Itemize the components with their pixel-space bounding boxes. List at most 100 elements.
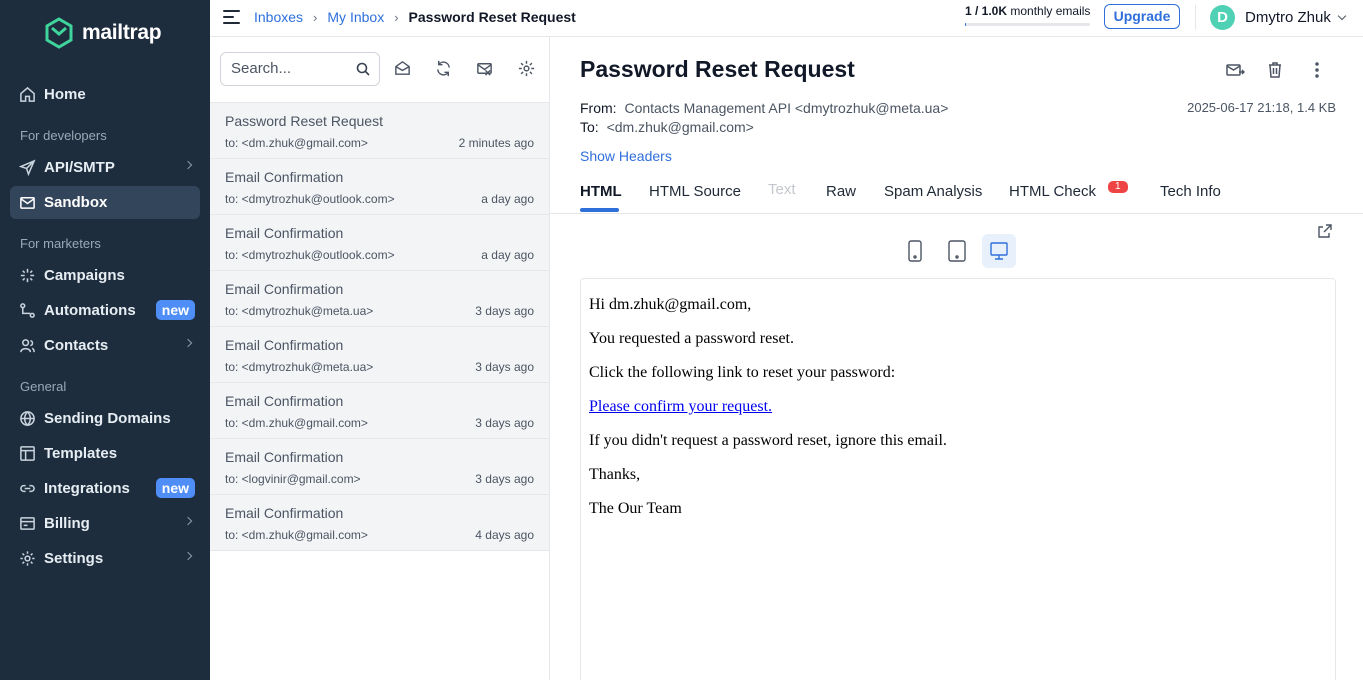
search-input[interactable] (231, 53, 356, 83)
chevron-right-icon (183, 338, 193, 348)
list-item[interactable]: Email Confirmation to: <dmytrozhuk@meta.… (210, 271, 549, 327)
quota-progress-bar (965, 23, 1090, 26)
message-subject: Email Confirmation (225, 393, 344, 409)
breadcrumb-my-inbox[interactable]: My Inbox (327, 9, 384, 25)
from-line: From: Contacts Management API <dmytrozhu… (580, 100, 948, 116)
user-menu[interactable]: D Dmytro Zhuk (1210, 5, 1347, 30)
message-list-panel: Password Reset Request to: <dm.zhuk@gmai… (210, 37, 550, 680)
sidebar-item-contacts[interactable]: Contacts (10, 329, 200, 362)
list-item[interactable]: Email Confirmation to: <dmytrozhuk@outlo… (210, 215, 549, 271)
sidebar-item-automations[interactable]: Automations new (10, 294, 200, 327)
globe-icon (18, 410, 36, 428)
email-line: If you didn't request a password reset, … (589, 432, 947, 449)
sidebar-item-api-smtp[interactable]: API/SMTP (10, 151, 200, 184)
message-time: 3 days ago (475, 304, 534, 318)
tab-spam-analysis[interactable]: Spam Analysis (884, 183, 982, 200)
sidebar-item-campaigns[interactable]: Campaigns (10, 259, 200, 292)
message-time: 3 days ago (475, 472, 534, 486)
message-time: a day ago (481, 248, 534, 262)
message-time: 4 days ago (475, 528, 534, 542)
chevron-right-icon (183, 551, 193, 561)
tab-raw[interactable]: Raw (826, 183, 856, 200)
list-item[interactable]: Email Confirmation to: <dmytrozhuk@outlo… (210, 159, 549, 215)
quota-used: 1 / 1.0K (965, 4, 1008, 18)
trash-icon[interactable] (1265, 60, 1287, 82)
from-label: From: (580, 100, 617, 116)
email-html-preview: Hi dm.zhuk@gmail.com, You requested a pa… (580, 278, 1336, 680)
desktop-view-button[interactable] (982, 234, 1016, 268)
open-external-icon[interactable] (1317, 223, 1333, 239)
mark-read-icon[interactable] (393, 59, 413, 79)
message-subject: Email Confirmation (225, 169, 344, 185)
sidebar-item-home[interactable]: Home (10, 78, 200, 111)
upgrade-button[interactable]: Upgrade (1104, 4, 1180, 29)
tab-text: Text (768, 181, 796, 198)
message-recipient: to: <dm.zhuk@gmail.com> (225, 416, 368, 430)
list-item[interactable]: Password Reset Request to: <dm.zhuk@gmai… (210, 103, 549, 159)
confirm-request-link[interactable]: Please confirm your request. (589, 398, 772, 415)
mobile-view-button[interactable] (898, 234, 932, 268)
list-item[interactable]: Email Confirmation to: <logvinir@gmail.c… (210, 439, 549, 495)
desktop-icon (990, 242, 1008, 260)
tab-html-source[interactable]: HTML Source (649, 183, 741, 200)
new-badge: new (155, 300, 195, 320)
from-value: Contacts Management API <dmytrozhuk@meta… (624, 100, 949, 116)
logo[interactable]: mailtrap (44, 17, 162, 49)
sidebar-item-label: Integrations (44, 480, 130, 497)
to-line: To: <dm.zhuk@gmail.com> (580, 119, 754, 135)
more-options-icon[interactable] (1307, 60, 1329, 82)
tab-tech-info[interactable]: Tech Info (1160, 183, 1221, 200)
sidebar-item-templates[interactable]: Templates (10, 437, 200, 470)
clear-inbox-icon[interactable] (475, 59, 495, 79)
list-item[interactable]: Email Confirmation to: <dm.zhuk@gmail.co… (210, 495, 549, 551)
brand-name: mailtrap (82, 21, 162, 44)
tablet-view-button[interactable] (940, 234, 974, 268)
list-item[interactable]: Email Confirmation to: <dmytrozhuk@meta.… (210, 327, 549, 383)
tab-html[interactable]: HTML (580, 183, 622, 200)
show-headers-link[interactable]: Show Headers (580, 148, 672, 164)
sandbox-icon (18, 194, 36, 212)
breadcrumb-current: Password Reset Request (408, 9, 576, 25)
automation-icon (18, 302, 36, 320)
sidebar-item-billing[interactable]: Billing (10, 507, 200, 540)
search-icon[interactable] (356, 62, 370, 76)
sidebar-item-sending-domains[interactable]: Sending Domains (10, 402, 200, 435)
mailtrap-logo-icon (45, 17, 73, 49)
email-greeting: Hi dm.zhuk@gmail.com, (589, 296, 752, 313)
refresh-icon[interactable] (434, 59, 454, 79)
contacts-icon (18, 337, 36, 355)
forward-icon[interactable] (1225, 60, 1247, 82)
list-item[interactable]: Email Confirmation to: <dm.zhuk@gmail.co… (210, 383, 549, 439)
send-icon (18, 159, 36, 177)
message-view: Password Reset Request From: Contacts Ma… (550, 37, 1363, 680)
new-badge: new (155, 478, 195, 498)
sparkle-icon (18, 267, 36, 285)
active-tab-indicator (580, 208, 619, 212)
message-recipient: to: <dmytrozhuk@meta.ua> (225, 304, 374, 318)
breadcrumb-separator-icon: › (394, 9, 399, 25)
message-subject: Password Reset Request (225, 113, 383, 129)
sidebar-item-integrations[interactable]: Integrations new (10, 472, 200, 505)
section-label-developers: For developers (20, 128, 107, 143)
message-recipient: to: <dmytrozhuk@outlook.com> (225, 248, 395, 262)
sidebar-item-label: API/SMTP (44, 159, 115, 176)
to-value: <dm.zhuk@gmail.com> (606, 119, 754, 135)
message-subject: Email Confirmation (225, 505, 344, 521)
tab-html-check[interactable]: HTML Check (1009, 183, 1096, 200)
message-recipient: to: <logvinir@gmail.com> (225, 472, 361, 486)
breadcrumb: Inboxes › My Inbox › Password Reset Requ… (254, 9, 576, 25)
settings-gear-icon[interactable] (517, 59, 537, 79)
chevron-right-icon (183, 516, 193, 526)
chevron-down-icon (1337, 11, 1347, 20)
template-icon (18, 445, 36, 463)
html-check-count-badge: 1 (1108, 181, 1128, 193)
sidebar-item-label: Automations (44, 302, 136, 319)
search-box (220, 52, 380, 86)
sidebar-item-settings[interactable]: Settings (10, 542, 200, 575)
message-time: 2 minutes ago (458, 136, 534, 150)
sidebar-item-sandbox[interactable]: Sandbox (10, 186, 200, 219)
breadcrumb-inboxes[interactable]: Inboxes (254, 9, 303, 25)
menu-icon[interactable] (223, 10, 240, 28)
message-subject: Email Confirmation (225, 449, 344, 465)
avatar: D (1210, 5, 1235, 30)
